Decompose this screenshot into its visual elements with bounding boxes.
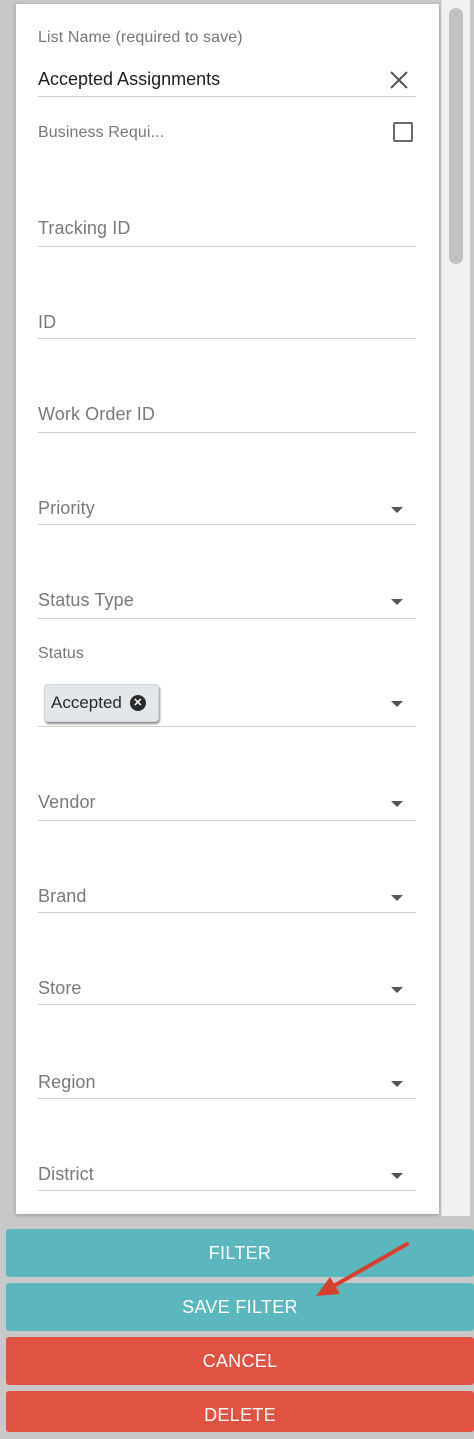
close-icon[interactable] (387, 68, 411, 92)
status-chip-label: Accepted (51, 693, 122, 712)
chevron-down-icon[interactable] (391, 801, 403, 807)
status-underline (38, 726, 416, 727)
remove-chip-icon[interactable]: ✕ (129, 695, 146, 711)
chevron-down-icon[interactable] (391, 701, 403, 707)
save-filter-button[interactable]: SAVE FILTER (6, 1283, 474, 1331)
delete-button[interactable]: DELETE (6, 1391, 474, 1432)
chevron-down-icon[interactable] (391, 895, 403, 901)
chevron-down-icon[interactable] (391, 1173, 403, 1179)
store-underline (38, 1004, 416, 1005)
filter-panel: List Name (required to save) Accepted As… (16, 4, 439, 1214)
id-field[interactable]: ID (38, 312, 56, 333)
chevron-down-icon[interactable] (391, 1081, 403, 1087)
scrollbar-thumb[interactable] (449, 8, 463, 264)
vendor-select[interactable]: Vendor (38, 792, 96, 813)
status-type-underline (38, 618, 416, 619)
list-name-input[interactable]: Accepted Assignments (38, 69, 220, 90)
brand-underline (38, 912, 416, 913)
status-chip[interactable]: Accepted ✕ (44, 684, 159, 722)
vendor-underline (38, 820, 416, 821)
store-select[interactable]: Store (38, 978, 82, 999)
business-required-label: Business Requi... (38, 124, 165, 141)
chevron-down-icon[interactable] (391, 507, 403, 513)
scrollbar[interactable] (441, 0, 470, 1216)
list-name-underline (38, 96, 416, 97)
work-order-id-underline (38, 432, 416, 433)
id-underline (38, 338, 416, 339)
district-select[interactable]: District (38, 1164, 94, 1185)
business-required-checkbox[interactable] (393, 122, 413, 142)
work-order-id-field[interactable]: Work Order ID (38, 404, 155, 425)
chevron-down-icon[interactable] (391, 987, 403, 993)
priority-underline (38, 524, 416, 525)
tracking-id-underline (38, 246, 416, 247)
chevron-down-icon[interactable] (391, 599, 403, 605)
filter-button[interactable]: FILTER (6, 1229, 474, 1277)
district-underline (38, 1190, 416, 1191)
list-name-label: List Name (required to save) (38, 29, 243, 46)
priority-select[interactable]: Priority (38, 498, 95, 519)
status-type-select[interactable]: Status Type (38, 590, 134, 611)
region-select[interactable]: Region (38, 1072, 96, 1093)
status-label: Status (38, 645, 84, 662)
tracking-id-field[interactable]: Tracking ID (38, 218, 130, 239)
region-underline (38, 1098, 416, 1099)
brand-select[interactable]: Brand (38, 886, 87, 907)
cancel-button[interactable]: CANCEL (6, 1337, 474, 1385)
